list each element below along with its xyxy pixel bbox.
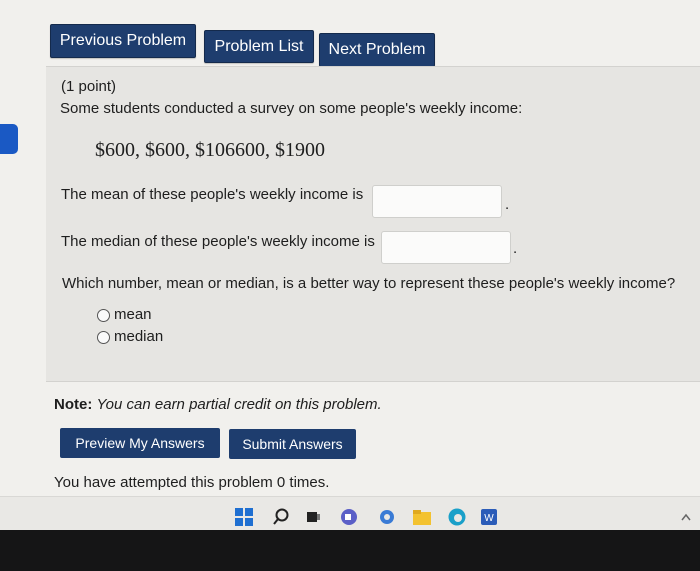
settings-icon[interactable] xyxy=(378,508,396,526)
webwork-page: Previous Problem Problem List Next Probl… xyxy=(0,0,700,500)
problem-list-button[interactable]: Problem List xyxy=(204,30,314,63)
laptop-bezel xyxy=(0,530,700,571)
median-option-label[interactable]: median xyxy=(114,328,163,345)
chevron-up-icon[interactable] xyxy=(680,508,692,526)
mean-question-label: The mean of these people's weekly income… xyxy=(61,186,364,203)
which-question: Which number, mean or median, is a bette… xyxy=(62,275,676,292)
median-period: . xyxy=(513,240,518,257)
partial-credit-note: Note: You can earn partial credit on thi… xyxy=(54,396,382,413)
word-icon[interactable]: W xyxy=(480,508,498,526)
next-problem-button[interactable]: Next Problem xyxy=(319,33,435,67)
submit-answers-button[interactable]: Submit Answers xyxy=(229,429,356,459)
problem-intro: Some students conducted a survey on some… xyxy=(60,100,523,117)
previous-problem-button[interactable]: Previous Problem xyxy=(50,24,196,58)
income-values: $600, $600, $106600, $1900 xyxy=(95,139,325,161)
windows-start-icon[interactable] xyxy=(234,508,254,526)
mean-period: . xyxy=(505,196,510,213)
edge-icon[interactable] xyxy=(447,508,467,526)
note-text: You can earn partial credit on this prob… xyxy=(96,396,382,413)
median-question-label: The median of these people's weekly inco… xyxy=(61,233,375,250)
chat-icon[interactable] xyxy=(340,508,358,526)
median-answer-input[interactable] xyxy=(381,231,511,264)
file-explorer-icon[interactable] xyxy=(412,508,432,526)
median-radio[interactable] xyxy=(97,331,110,344)
task-view-icon[interactable] xyxy=(305,508,321,526)
mean-answer-input[interactable] xyxy=(372,185,502,218)
side-tab[interactable] xyxy=(0,124,18,154)
attempts-text: You have attempted this problem 0 times. xyxy=(54,474,330,491)
problem-points: (1 point) xyxy=(61,78,117,95)
mean-option-label[interactable]: mean xyxy=(114,306,152,323)
svg-text:W: W xyxy=(484,513,494,524)
mean-radio[interactable] xyxy=(97,309,110,322)
note-label: Note: xyxy=(54,396,93,413)
search-icon[interactable] xyxy=(272,508,290,526)
preview-answers-button[interactable]: Preview My Answers xyxy=(60,428,220,458)
